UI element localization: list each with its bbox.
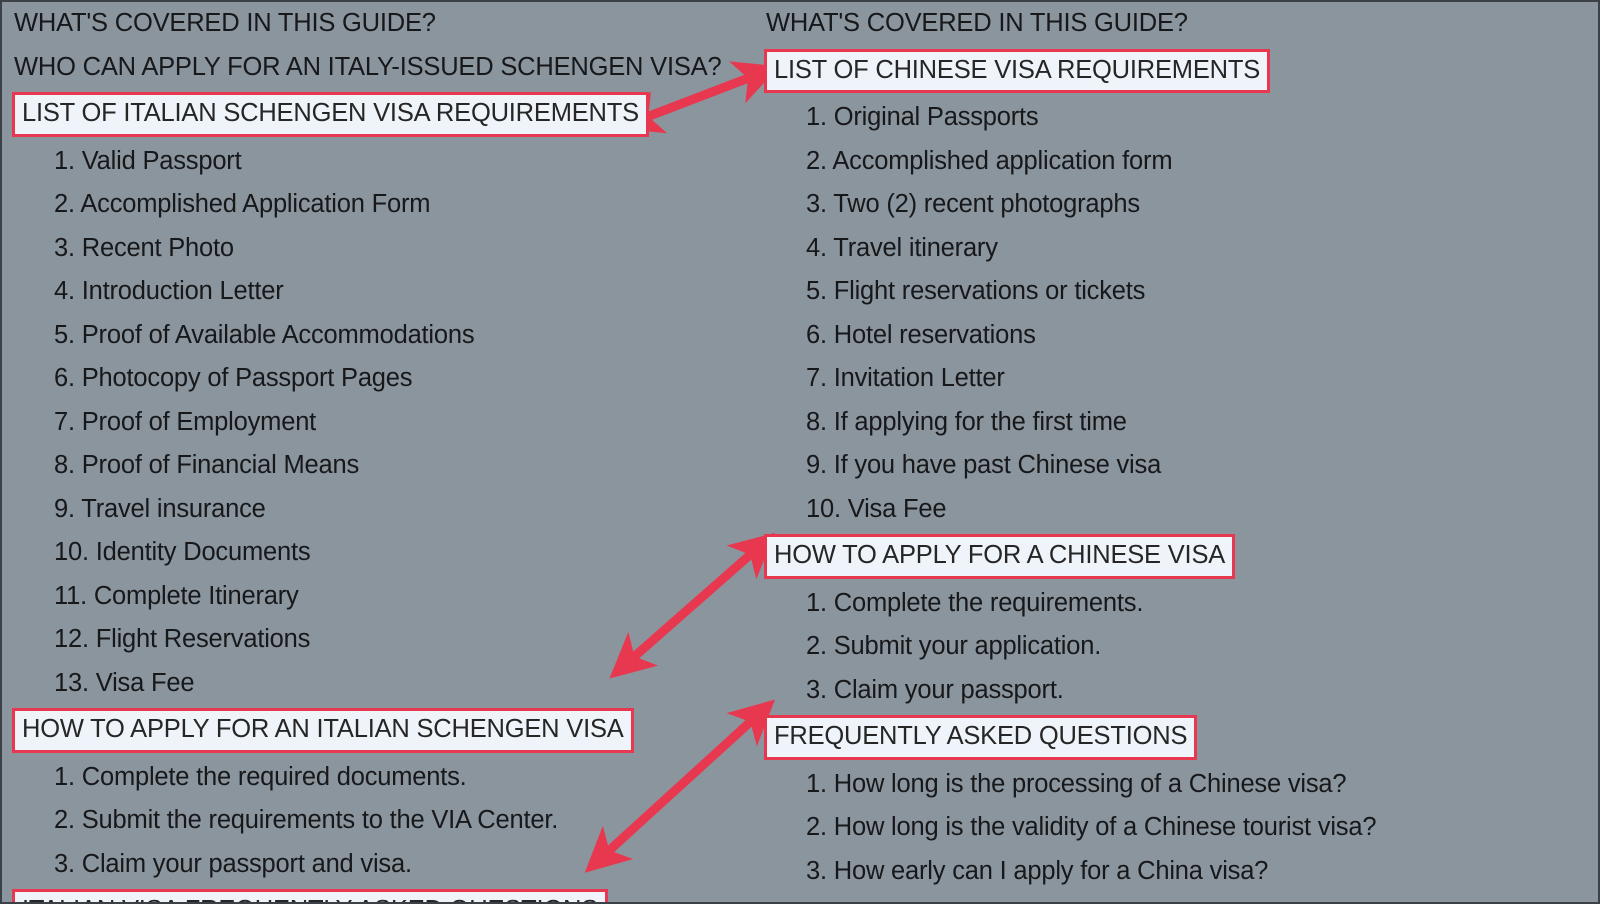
highlighted-heading[interactable]: FREQUENTLY ASKED QUESTIONS (764, 715, 1198, 760)
list-item: 8. Proof of Financial Means (54, 451, 360, 479)
list-item: 3. Claim your passport. (806, 675, 1064, 704)
list-item: 13. Visa Fee (54, 668, 195, 697)
list-item: 1. Original Passports (806, 103, 1039, 131)
guide-comparison-canvas: WHAT'S COVERED IN THIS GUIDE? WHO CAN APP… (0, 0, 1600, 904)
highlighted-heading[interactable]: ITALIAN VISA FREQUENTLY ASKED QUESTIONS (12, 889, 609, 902)
highlighted-heading-wrapper: HOW TO APPLY FOR AN ITALIAN SCHENGEN VIS… (12, 705, 752, 756)
highlighted-heading[interactable]: HOW TO APPLY FOR AN ITALIAN SCHENGEN VIS… (12, 708, 634, 753)
highlighted-heading[interactable]: HOW TO APPLY FOR A CHINESE VISA (764, 534, 1236, 579)
list-item: 1. Complete the required documents. (54, 762, 467, 791)
list-item: 1. Valid Passport (54, 146, 242, 175)
list-item: 4. Introduction Letter (54, 277, 284, 305)
highlighted-heading-wrapper: LIST OF CHINESE VISA REQUIREMENTS (764, 46, 1598, 97)
list-item: 2. Accomplished Application Form (54, 190, 431, 218)
right-column-china: WHAT'S COVERED IN THIS GUIDE? LIST OF CHI… (764, 2, 1598, 902)
list-item: 9. Travel insurance (54, 494, 266, 523)
list-item: 1. Complete the requirements. (806, 588, 1144, 617)
section-heading: WHAT'S COVERED IN THIS GUIDE? (766, 9, 1188, 37)
highlighted-heading[interactable]: LIST OF CHINESE VISA REQUIREMENTS (764, 48, 1271, 93)
section-heading: WHO CAN APPLY FOR AN ITALY-ISSUED SCHENG… (14, 52, 722, 81)
list-item: 12. Flight Reservations (54, 625, 311, 653)
list-item: 4. Should I apply for a single-, double-… (764, 893, 1598, 902)
list-item: 10. Identity Documents (54, 538, 311, 566)
list-item: 2. Submit the requirements to the VIA Ce… (54, 806, 559, 834)
left-column-italy: WHAT'S COVERED IN THIS GUIDE? WHO CAN APP… (12, 2, 752, 902)
list-item: 2. Accomplished application form (806, 146, 1173, 175)
list-item: 2. How long is the validity of a Chinese… (806, 813, 1377, 841)
list-item: 10. Visa Fee (806, 494, 947, 523)
highlighted-heading-wrapper: LIST OF ITALIAN SCHENGEN VISA REQUIREMEN… (12, 89, 752, 140)
list-item: 11. Complete Itinerary (54, 581, 299, 610)
list-item: 7. Invitation Letter (806, 364, 1005, 392)
list-item: 2. Submit your application. (806, 632, 1102, 660)
list-item: 6. Hotel reservations (806, 320, 1036, 349)
highlighted-heading-wrapper: FREQUENTLY ASKED QUESTIONS (764, 712, 1598, 763)
list-item: 5. Proof of Available Accommodations (54, 320, 475, 349)
highlighted-heading[interactable]: LIST OF ITALIAN SCHENGEN VISA REQUIREMEN… (12, 92, 649, 137)
list-item: 8. If applying for the first time (806, 407, 1127, 436)
list-item: 5. Flight reservations or tickets (806, 277, 1146, 305)
list-item: 3. Claim your passport and visa. (54, 849, 412, 878)
list-item: 6. Photocopy of Passport Pages (54, 364, 413, 392)
list-item: 1. How long is the processing of a Chine… (806, 769, 1347, 798)
highlighted-heading-wrapper: ITALIAN VISA FREQUENTLY ASKED QUESTIONS (12, 886, 752, 902)
list-item: 3. Recent Photo (54, 233, 234, 262)
list-item: 3. How early can I apply for a China vis… (806, 856, 1269, 885)
section-heading: WHAT'S COVERED IN THIS GUIDE? (14, 9, 436, 37)
list-item: 9. If you have past Chinese visa (806, 451, 1162, 479)
list-item: 4. Travel itinerary (806, 233, 998, 262)
list-item: 3. Two (2) recent photographs (806, 190, 1140, 218)
list-item: 7. Proof of Employment (54, 407, 317, 436)
highlighted-heading-wrapper: HOW TO APPLY FOR A CHINESE VISA (764, 531, 1598, 582)
